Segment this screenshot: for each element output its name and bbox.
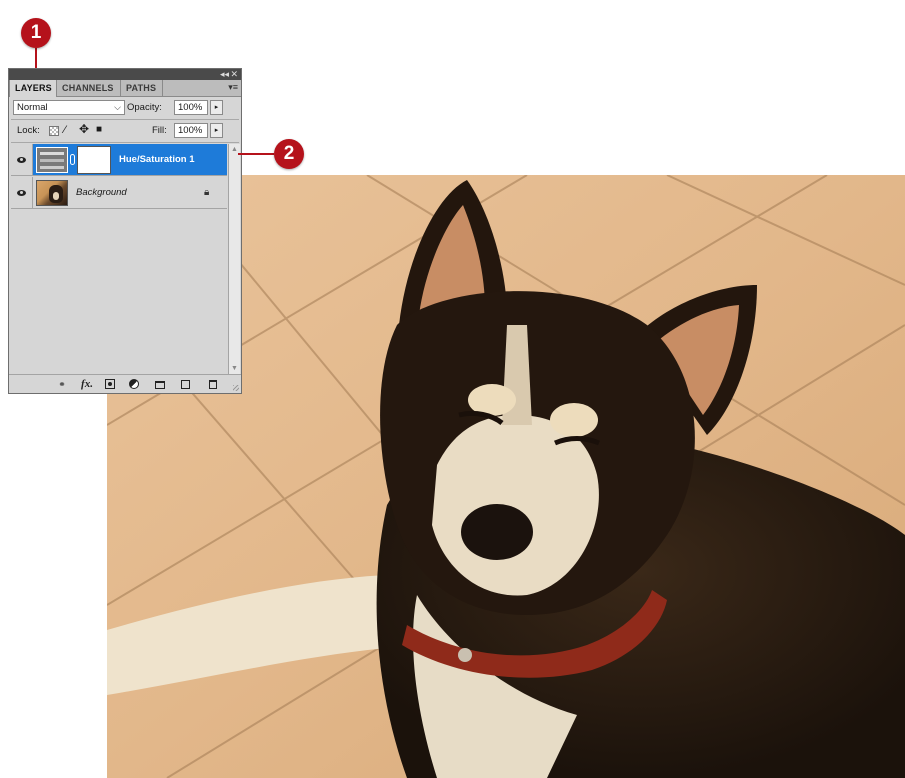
callout-2-badge: 2 bbox=[274, 139, 304, 169]
fill-input[interactable]: 100% bbox=[174, 123, 208, 138]
callout-1-badge: 1 bbox=[21, 18, 51, 48]
panel-bottom-toolbar: ⚭ fx. bbox=[9, 374, 241, 393]
lock-row: Lock: ⁄ ✥ ■ Fill: 100% ▸ bbox=[9, 120, 241, 142]
blend-mode-select[interactable]: Normal ⌵ bbox=[13, 100, 125, 115]
layer-row-hue-saturation[interactable]: Hue/Saturation 1 bbox=[11, 144, 227, 176]
panel-menu-icon[interactable]: ▾≡ bbox=[228, 81, 238, 94]
layer-row-background[interactable]: Background 🔒︎ bbox=[11, 177, 227, 209]
blend-mode-value: Normal bbox=[17, 102, 48, 113]
opacity-slider-arrow[interactable]: ▸ bbox=[210, 100, 223, 115]
link-layers-icon[interactable]: ⚭ bbox=[55, 377, 69, 391]
layer-name[interactable]: Background bbox=[76, 177, 127, 209]
layers-panel: ◂◂ ✕ LAYERS CHANNELS PATHS ▾≡ Normal ⌵ O… bbox=[8, 68, 242, 394]
tab-paths[interactable]: PATHS bbox=[121, 80, 163, 96]
fill-slider-arrow[interactable]: ▸ bbox=[210, 123, 223, 138]
collapse-icon[interactable]: ◂◂ bbox=[220, 69, 229, 80]
lock-all-icon[interactable]: ■ bbox=[96, 123, 106, 136]
panel-tabs: LAYERS CHANNELS PATHS ▾≡ bbox=[9, 80, 241, 97]
callout-2-leader bbox=[238, 153, 274, 155]
resize-grip-icon[interactable] bbox=[233, 385, 239, 391]
adjustment-layer-thumbnail[interactable] bbox=[36, 147, 68, 173]
add-mask-icon[interactable] bbox=[105, 377, 117, 391]
fx-icon[interactable]: fx. bbox=[79, 377, 95, 391]
new-group-icon[interactable] bbox=[155, 377, 167, 391]
scroll-down-icon[interactable]: ▼ bbox=[229, 364, 240, 374]
layer-mask-thumbnail[interactable] bbox=[77, 146, 111, 174]
close-icon[interactable]: ✕ bbox=[230, 69, 238, 80]
tab-layers[interactable]: LAYERS bbox=[9, 80, 57, 97]
visibility-eye-icon[interactable] bbox=[11, 177, 33, 208]
layers-scrollbar[interactable]: ▲ ▼ bbox=[228, 144, 240, 375]
tab-channels[interactable]: CHANNELS bbox=[57, 80, 121, 96]
opacity-label: Opacity: bbox=[127, 102, 162, 113]
lock-transparency-icon[interactable] bbox=[49, 126, 59, 136]
lock-position-move-icon[interactable]: ✥ bbox=[79, 123, 91, 136]
new-layer-icon[interactable] bbox=[181, 377, 193, 391]
fill-label: Fill: bbox=[152, 125, 167, 136]
blend-row: Normal ⌵ Opacity: 100% ▸ bbox=[9, 97, 241, 119]
opacity-input[interactable]: 100% bbox=[174, 100, 208, 115]
background-layer-thumbnail[interactable] bbox=[36, 180, 68, 206]
adjustment-layer-icon[interactable] bbox=[129, 377, 143, 391]
divider bbox=[11, 142, 239, 143]
lock-image-brush-icon[interactable]: ⁄ bbox=[64, 124, 76, 136]
lock-label: Lock: bbox=[17, 125, 40, 136]
mask-link-chain-icon[interactable] bbox=[70, 154, 75, 165]
chevron-down-icon: ⌵ bbox=[114, 102, 121, 112]
panel-titlebar[interactable]: ◂◂ ✕ bbox=[9, 69, 241, 80]
lock-icon: 🔒︎ bbox=[204, 187, 210, 198]
layer-name[interactable]: Hue/Saturation 1 bbox=[119, 144, 195, 176]
layers-list: Hue/Saturation 1 Background 🔒︎ bbox=[11, 144, 227, 375]
trash-icon[interactable] bbox=[207, 377, 219, 391]
visibility-eye-icon[interactable] bbox=[11, 144, 33, 175]
